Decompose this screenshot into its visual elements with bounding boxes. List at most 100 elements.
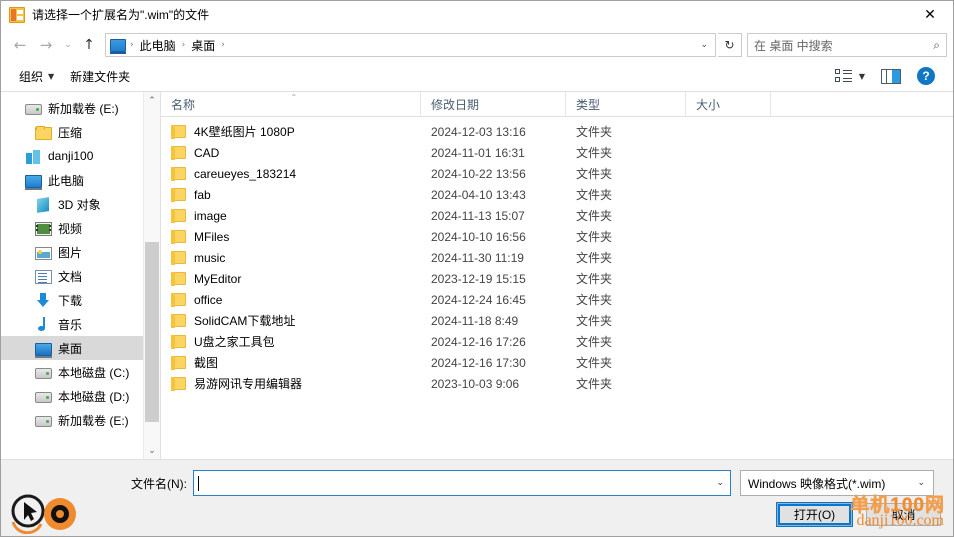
close-icon[interactable]: ✕ <box>907 1 953 29</box>
sidebar-item-9[interactable]: 音乐 <box>1 312 160 336</box>
sidebar-item-12[interactable]: 本地磁盘 (D:) <box>1 384 160 408</box>
file-type-filter[interactable]: Windows 映像格式(*.wim) ⌄ <box>740 470 934 496</box>
sidebar-item-13[interactable]: 新加载卷 (E:) <box>1 408 160 432</box>
breadcrumb-this-pc[interactable]: 此电脑 <box>136 37 180 54</box>
file-rows: 4K壁纸图片 1080P 2024-12-03 13:16 文件夹 CAD 2024-1… <box>161 117 953 459</box>
file-name-label: U盘之家工具包 <box>194 335 275 349</box>
sidebar-item-label: danji100 <box>48 149 94 163</box>
back-button[interactable]: ← <box>7 32 33 58</box>
view-list-icon <box>834 69 852 83</box>
table-row[interactable]: MyEditor 2023-12-19 15:15 文件夹 <box>161 268 953 289</box>
sidebar-item-label: 下载 <box>58 293 83 308</box>
scroll-up-icon[interactable]: ⌃ <box>144 92 160 109</box>
recent-locations-button[interactable]: ⌄ <box>59 32 77 58</box>
command-bar: 组织 ▼ 新建文件夹 ▼ ? <box>1 61 953 92</box>
cell-name: music <box>161 251 421 265</box>
file-name-label: office <box>194 292 223 307</box>
filename-input[interactable]: ⌄ <box>193 470 731 496</box>
table-row[interactable]: careueyes_183214 2024-10-22 13:56 文件夹 <box>161 163 953 184</box>
documents-icon <box>35 269 52 284</box>
file-name-label: fab <box>194 187 211 202</box>
address-bar[interactable]: › 此电脑 › 桌面 › ⌄ <box>105 33 716 57</box>
table-row[interactable]: image 2024-11-13 15:07 文件夹 <box>161 205 953 226</box>
folder-icon <box>171 251 186 265</box>
chevron-down-icon: ⌄ <box>917 478 925 488</box>
file-name-label: 截图 <box>194 356 219 370</box>
change-view-button[interactable]: ▼ <box>827 65 873 87</box>
cell-type: 文件夹 <box>576 146 613 160</box>
drive-icon <box>25 104 42 115</box>
address-dropdown-icon[interactable]: ⌄ <box>693 40 715 50</box>
cell-name: fab <box>161 188 421 202</box>
file-name-label: CAD <box>194 145 220 160</box>
filename-row: 文件名(N): ⌄ Windows 映像格式(*.wim) ⌄ <box>1 470 953 496</box>
column-header-date[interactable]: 修改日期 <box>421 91 566 117</box>
file-name-label: MFiles <box>194 229 230 244</box>
table-row[interactable]: 4K壁纸图片 1080P 2024-12-03 13:16 文件夹 <box>161 121 953 142</box>
sidebar-item-7[interactable]: 文档 <box>1 264 160 288</box>
sidebar-item-11[interactable]: 本地磁盘 (C:) <box>1 360 160 384</box>
table-row[interactable]: office 2024-12-24 16:45 文件夹 <box>161 289 953 310</box>
column-header-name[interactable]: ⌃ 名称 <box>161 91 421 117</box>
sidebar-item-10[interactable]: 桌面 <box>1 336 160 360</box>
refresh-icon[interactable]: ↻ <box>718 33 742 57</box>
chevron-down-icon: ▼ <box>858 71 865 81</box>
cell-type: 文件夹 <box>576 188 613 202</box>
folder-icon <box>171 335 186 349</box>
sidebar-scrollbar[interactable]: ⌃ ⌄ <box>143 92 160 459</box>
cell-type: 文件夹 <box>576 293 613 307</box>
downloads-icon <box>35 293 52 308</box>
forward-button[interactable]: → <box>33 32 59 58</box>
cursor-annotation-icon <box>11 494 76 534</box>
up-button[interactable]: ↑ <box>77 32 101 58</box>
help-button[interactable]: ? <box>909 63 943 89</box>
sidebar-item-1[interactable]: 压缩 <box>1 120 160 144</box>
table-row[interactable]: U盘之家工具包 2024-12-16 17:26 文件夹 <box>161 331 953 352</box>
video-icon <box>35 221 52 236</box>
breadcrumb-sep-2[interactable]: › <box>219 40 227 50</box>
cell-name: careueyes_183214 <box>161 167 421 181</box>
cancel-button[interactable]: 取消 <box>866 503 941 526</box>
cell-name: office <box>161 293 421 307</box>
dialog-body: 新加载卷 (E:) 压缩 danji100 此电脑 3D 对象 视频 图片 文档 下载 音乐 桌面本… <box>1 91 953 459</box>
cell-type: 文件夹 <box>576 314 613 328</box>
sidebar-item-label: 新加载卷 (E:) <box>48 101 119 116</box>
table-row[interactable]: 截图 2024-12-16 17:30 文件夹 <box>161 352 953 373</box>
table-row[interactable]: CAD 2024-11-01 16:31 文件夹 <box>161 142 953 163</box>
sidebar-item-3[interactable]: 此电脑 <box>1 168 160 192</box>
preview-pane-button[interactable] <box>873 65 909 88</box>
file-name-label: MyEditor <box>194 271 242 286</box>
breadcrumb-sep-0: › <box>130 40 134 50</box>
dialog-footer: 文件名(N): ⌄ Windows 映像格式(*.wim) ⌄ 打开(O) 取消… <box>1 459 953 536</box>
table-row[interactable]: 易游网讯专用编辑器 2023-10-03 9:06 文件夹 <box>161 373 953 394</box>
scrollbar-thumb[interactable] <box>145 242 159 422</box>
sidebar-item-4[interactable]: 3D 对象 <box>1 192 160 216</box>
sidebar-item-0[interactable]: 新加载卷 (E:) <box>1 96 160 120</box>
sidebar-item-8[interactable]: 下载 <box>1 288 160 312</box>
cell-date: 2024-10-22 13:56 <box>431 166 526 181</box>
sidebar-item-6[interactable]: 图片 <box>1 240 160 264</box>
column-label-type: 类型 <box>576 97 601 112</box>
table-row[interactable]: SolidCAM下载地址 2024-11-18 8:49 文件夹 <box>161 310 953 331</box>
new-folder-button[interactable]: 新建文件夹 <box>62 64 138 89</box>
breadcrumb-desktop[interactable]: 桌面 <box>187 37 219 54</box>
column-header-size[interactable]: 大小 <box>686 91 771 117</box>
file-list-pane: ⌃ 名称 修改日期 类型 大小 4K壁纸图片 1080P 2024-12-03 1… <box>161 91 953 459</box>
folder-icon <box>171 272 186 286</box>
sidebar-item-5[interactable]: 视频 <box>1 216 160 240</box>
cell-type: 文件夹 <box>576 125 613 139</box>
search-input[interactable]: 在 桌面 中搜索 ⌕ <box>747 33 947 57</box>
cell-date: 2024-10-10 16:56 <box>431 229 526 244</box>
table-row[interactable]: MFiles 2024-10-10 16:56 文件夹 <box>161 226 953 247</box>
open-button[interactable]: 打开(O) <box>777 503 852 526</box>
filename-dropdown-icon[interactable]: ⌄ <box>716 478 724 488</box>
column-header-type[interactable]: 类型 <box>566 91 686 117</box>
table-row[interactable]: music 2024-11-30 11:19 文件夹 <box>161 247 953 268</box>
sidebar-item-2[interactable]: danji100 <box>1 144 160 168</box>
table-row[interactable]: fab 2024-04-10 13:43 文件夹 <box>161 184 953 205</box>
organize-button[interactable]: 组织 ▼ <box>11 64 62 89</box>
file-name-label: image <box>194 208 227 223</box>
folder-icon <box>171 209 186 223</box>
scroll-down-icon[interactable]: ⌄ <box>144 442 160 459</box>
pictures-icon <box>35 246 52 260</box>
